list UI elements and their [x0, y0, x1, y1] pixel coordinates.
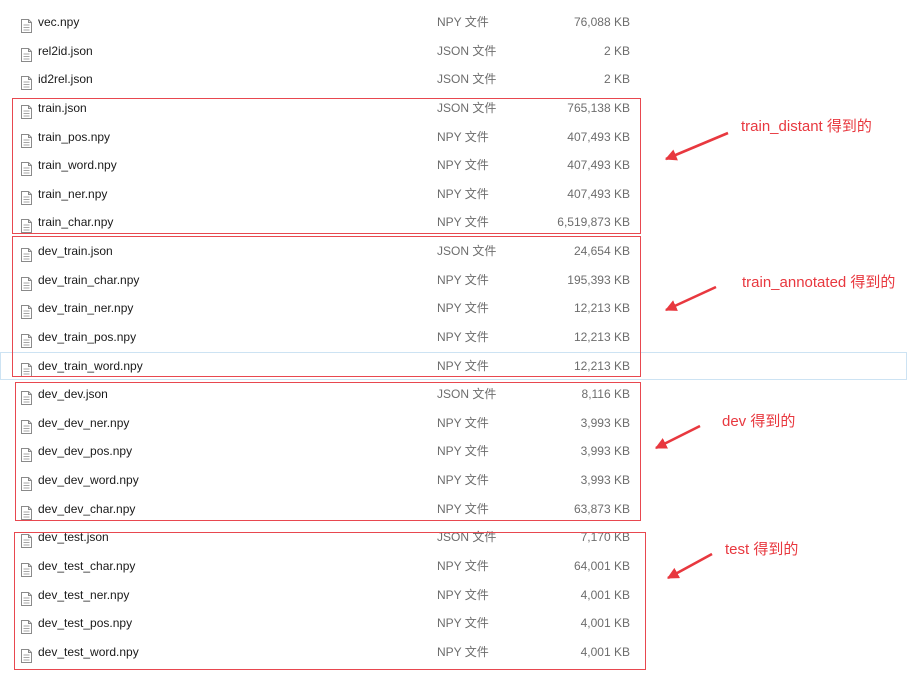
annotation-arrows [654, 131, 729, 580]
red-arrow-icon [664, 131, 729, 161]
file-explorer-view: { "files": [ {"name": "vec.npy", "type":… [0, 0, 907, 673]
red-arrow-icon [666, 552, 713, 580]
red-arrow-icon [664, 285, 717, 312]
red-arrow-icon [654, 424, 701, 450]
